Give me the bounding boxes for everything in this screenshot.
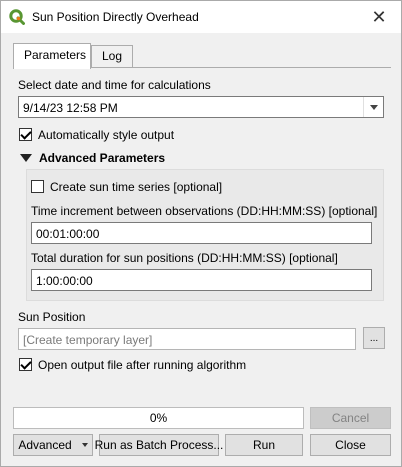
close-icon[interactable]: ✕	[357, 1, 401, 33]
increment-input[interactable]: 00:01:00:00	[31, 222, 372, 244]
tab-parameters[interactable]: Parameters	[13, 43, 91, 69]
duration-input[interactable]: 1:00:00:00	[31, 269, 372, 291]
datetime-label: Select date and time for calculations	[18, 78, 211, 92]
batch-process-button[interactable]: Run as Batch Process...	[95, 434, 223, 456]
tab-log[interactable]: Log	[91, 45, 133, 68]
run-button[interactable]: Run	[225, 434, 303, 456]
output-placeholder: [Create temporary layer]	[23, 333, 153, 347]
datetime-value: 9/14/23 12:58 PM	[23, 101, 118, 115]
output-path-input[interactable]: [Create temporary layer]	[18, 328, 356, 350]
increment-value: 00:01:00:00	[36, 227, 100, 241]
title-bar: Sun Position Directly Overhead ✕	[1, 1, 401, 33]
browse-button[interactable]: ...	[363, 327, 385, 349]
duration-label: Total duration for sun positions (DD:HH:…	[31, 251, 338, 265]
auto-style-checkbox[interactable]	[19, 128, 32, 141]
auto-style-label[interactable]: Automatically style output	[38, 128, 174, 142]
advanced-button-label: Advanced	[18, 438, 72, 452]
dropdown-arrow-icon	[81, 443, 88, 447]
progress-bar: 0%	[13, 407, 304, 429]
datetime-picker[interactable]: 9/14/23 12:58 PM	[18, 96, 384, 118]
duration-value: 1:00:00:00	[36, 274, 93, 288]
window-title: Sun Position Directly Overhead	[32, 10, 199, 24]
open-output-label[interactable]: Open output file after running algorithm	[38, 358, 246, 372]
sun-series-label[interactable]: Create sun time series [optional]	[50, 180, 222, 194]
advanced-parameters-header[interactable]: Advanced Parameters	[39, 151, 165, 165]
close-button[interactable]: Close	[310, 434, 391, 456]
qgis-icon	[9, 9, 25, 25]
cancel-button[interactable]: Cancel	[310, 407, 391, 429]
collapse-triangle-icon[interactable]	[20, 154, 32, 162]
output-label: Sun Position	[18, 310, 86, 324]
increment-label: Time increment between observations (DD:…	[31, 204, 378, 218]
progress-text: 0%	[149, 411, 168, 425]
open-output-checkbox[interactable]	[19, 358, 32, 371]
chevron-down-icon[interactable]	[363, 97, 383, 117]
dialog-window: Sun Position Directly Overhead ✕ Paramet…	[0, 0, 402, 467]
sun-series-checkbox[interactable]	[31, 180, 44, 193]
advanced-button[interactable]: Advanced	[13, 434, 93, 456]
